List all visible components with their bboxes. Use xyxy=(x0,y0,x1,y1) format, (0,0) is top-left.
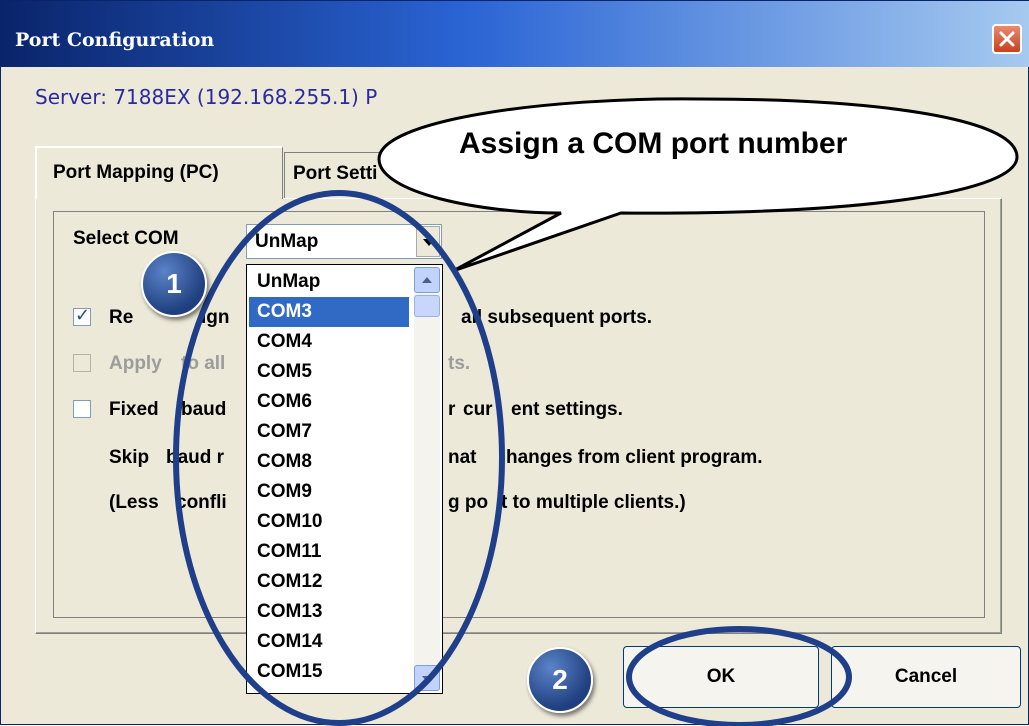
annotation-ring-1 xyxy=(173,190,505,726)
tab-port-mapping-label: Port Mapping (PC) xyxy=(53,162,219,183)
step-2-badge: 2 xyxy=(527,647,593,713)
step-1-badge: 1 xyxy=(141,251,207,317)
tab-port-mapping[interactable]: Port Mapping (PC) xyxy=(35,146,283,199)
annotation-ring-2 xyxy=(626,626,852,726)
callout-bubble xyxy=(377,97,1019,273)
annotation-overlay xyxy=(173,97,1019,726)
port-configuration-dialog: Port Configuration Server: 7188EX (192.1… xyxy=(0,0,1029,726)
callout-text: Assign a COM port number xyxy=(459,127,848,160)
